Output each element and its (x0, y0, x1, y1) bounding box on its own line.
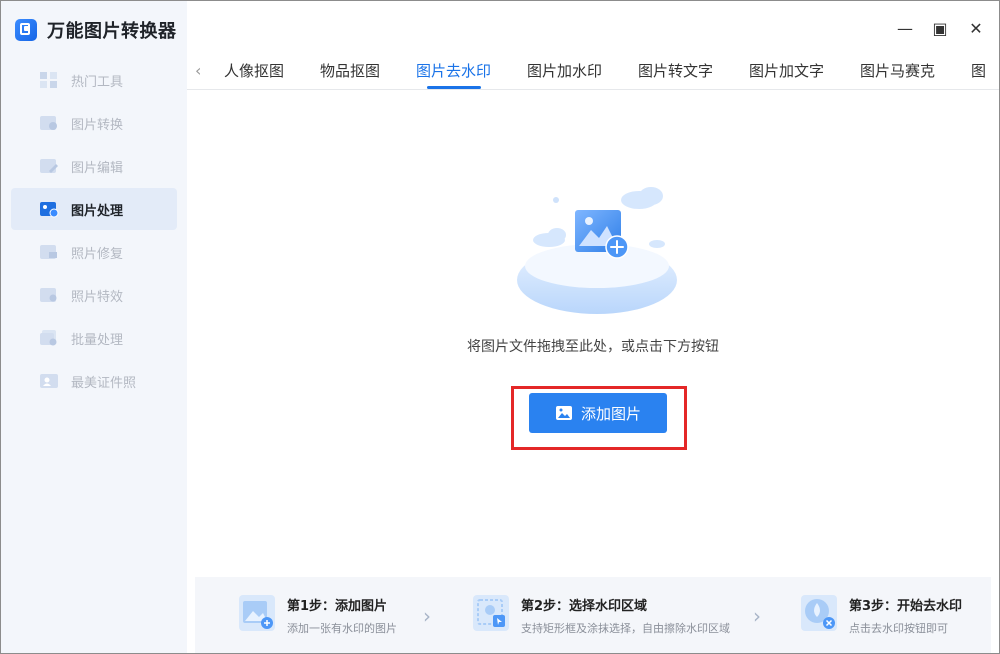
step-2: 第2步：选择水印区域 支持矩形框及涂抹选择，自由擦除水印区域 (473, 595, 730, 636)
sidebar-item-label: 照片特效 (71, 289, 124, 305)
tab-add-text[interactable]: 图片加文字 (749, 60, 824, 81)
add-image-step-icon (239, 595, 275, 631)
close-button[interactable]: ✕ (968, 21, 984, 37)
photo-repair-icon (39, 243, 59, 261)
sidebar-nav: 热门工具 图片转换 图片编辑 图片处理 照片修复 照片特效 批量处理 最美证件照 (11, 59, 177, 403)
app-window: 万能图片转换器 热门工具 图片转换 图片编辑 图片处理 照片修复 照片特效 批量… (0, 0, 1000, 654)
sidebar: 万能图片转换器 热门工具 图片转换 图片编辑 图片处理 照片修复 照片特效 批量… (1, 1, 187, 653)
sidebar-item-image-edit[interactable]: 图片编辑 (11, 145, 177, 187)
step-title: 第2步：选择水印区域 (521, 599, 648, 614)
id-photo-icon (39, 372, 59, 390)
tab-add-watermark[interactable]: 图片加水印 (527, 60, 602, 81)
step-3: 第3步：开始去水印 点击去水印按钮即可 (801, 595, 962, 636)
sidebar-item-image-convert[interactable]: 图片转换 (11, 102, 177, 144)
batch-icon (39, 329, 59, 347)
step-desc: 添加一张有水印的图片 (287, 622, 397, 635)
chevron-right-icon: › (753, 604, 761, 628)
tab-remove-watermark[interactable]: 图片去水印 (416, 60, 491, 81)
highlight-box (511, 386, 687, 450)
drop-zone[interactable]: 将图片文件拖拽至此处，或点击下方按钮 添加图片 (195, 90, 991, 576)
sidebar-item-photo-repair[interactable]: 照片修复 (11, 231, 177, 273)
sidebar-item-label: 批量处理 (71, 332, 124, 348)
grid-icon (39, 71, 59, 89)
drop-hint: 将图片文件拖拽至此处，或点击下方按钮 (467, 339, 719, 355)
step-1: 第1步：添加图片 添加一张有水印的图片 (239, 595, 397, 636)
sidebar-item-label: 图片转换 (71, 117, 124, 133)
tab-more[interactable]: 图 (971, 60, 986, 81)
tab-mosaic[interactable]: 图片马赛克 (860, 60, 935, 81)
photo-effect-icon (39, 286, 59, 304)
step-title: 第1步：添加图片 (287, 599, 388, 614)
app-brand: 万能图片转换器 (15, 17, 177, 43)
tool-tabs: ‹ 人像抠图 物品抠图 图片去水印 图片加水印 图片转文字 图片加文字 图片马赛… (187, 53, 999, 90)
sidebar-item-label: 图片处理 (71, 203, 124, 219)
tab-image-to-text[interactable]: 图片转文字 (638, 60, 713, 81)
remove-watermark-step-icon (801, 595, 837, 631)
step-title: 第3步：开始去水印 (849, 599, 963, 614)
sidebar-item-label: 照片修复 (71, 246, 124, 262)
image-convert-icon (39, 114, 59, 132)
upload-illustration-icon (517, 187, 677, 314)
maximize-button[interactable]: ▣ (932, 21, 948, 37)
active-tab-indicator (427, 86, 481, 89)
sidebar-item-photo-effect[interactable]: 照片特效 (11, 274, 177, 316)
select-area-step-icon (473, 595, 509, 631)
minimize-button[interactable]: — (897, 21, 913, 37)
chevron-right-icon: › (423, 604, 431, 628)
sidebar-item-id-photo[interactable]: 最美证件照 (11, 360, 177, 402)
step-desc: 支持矩形框及涂抹选择，自由擦除水印区域 (521, 622, 730, 635)
sidebar-item-batch[interactable]: 批量处理 (11, 317, 177, 359)
image-process-icon (39, 200, 59, 218)
sidebar-item-image-process[interactable]: 图片处理 (11, 188, 177, 230)
steps-bar: 第1步：添加图片 添加一张有水印的图片 › 第2步：选择水印区域 支持矩形框及涂… (195, 577, 991, 653)
sidebar-item-label: 最美证件照 (71, 375, 137, 391)
chevron-left-icon[interactable]: ‹ (195, 61, 209, 80)
tab-portrait-cutout[interactable]: 人像抠图 (224, 60, 284, 81)
app-title: 万能图片转换器 (47, 21, 177, 42)
tab-object-cutout[interactable]: 物品抠图 (320, 60, 380, 81)
image-edit-icon (39, 157, 59, 175)
sidebar-item-label: 热门工具 (71, 74, 124, 90)
sidebar-item-label: 图片编辑 (71, 160, 124, 176)
step-desc: 点击去水印按钮即可 (849, 622, 948, 635)
app-logo-icon (15, 19, 37, 41)
sidebar-item-hot-tools[interactable]: 热门工具 (11, 59, 177, 101)
